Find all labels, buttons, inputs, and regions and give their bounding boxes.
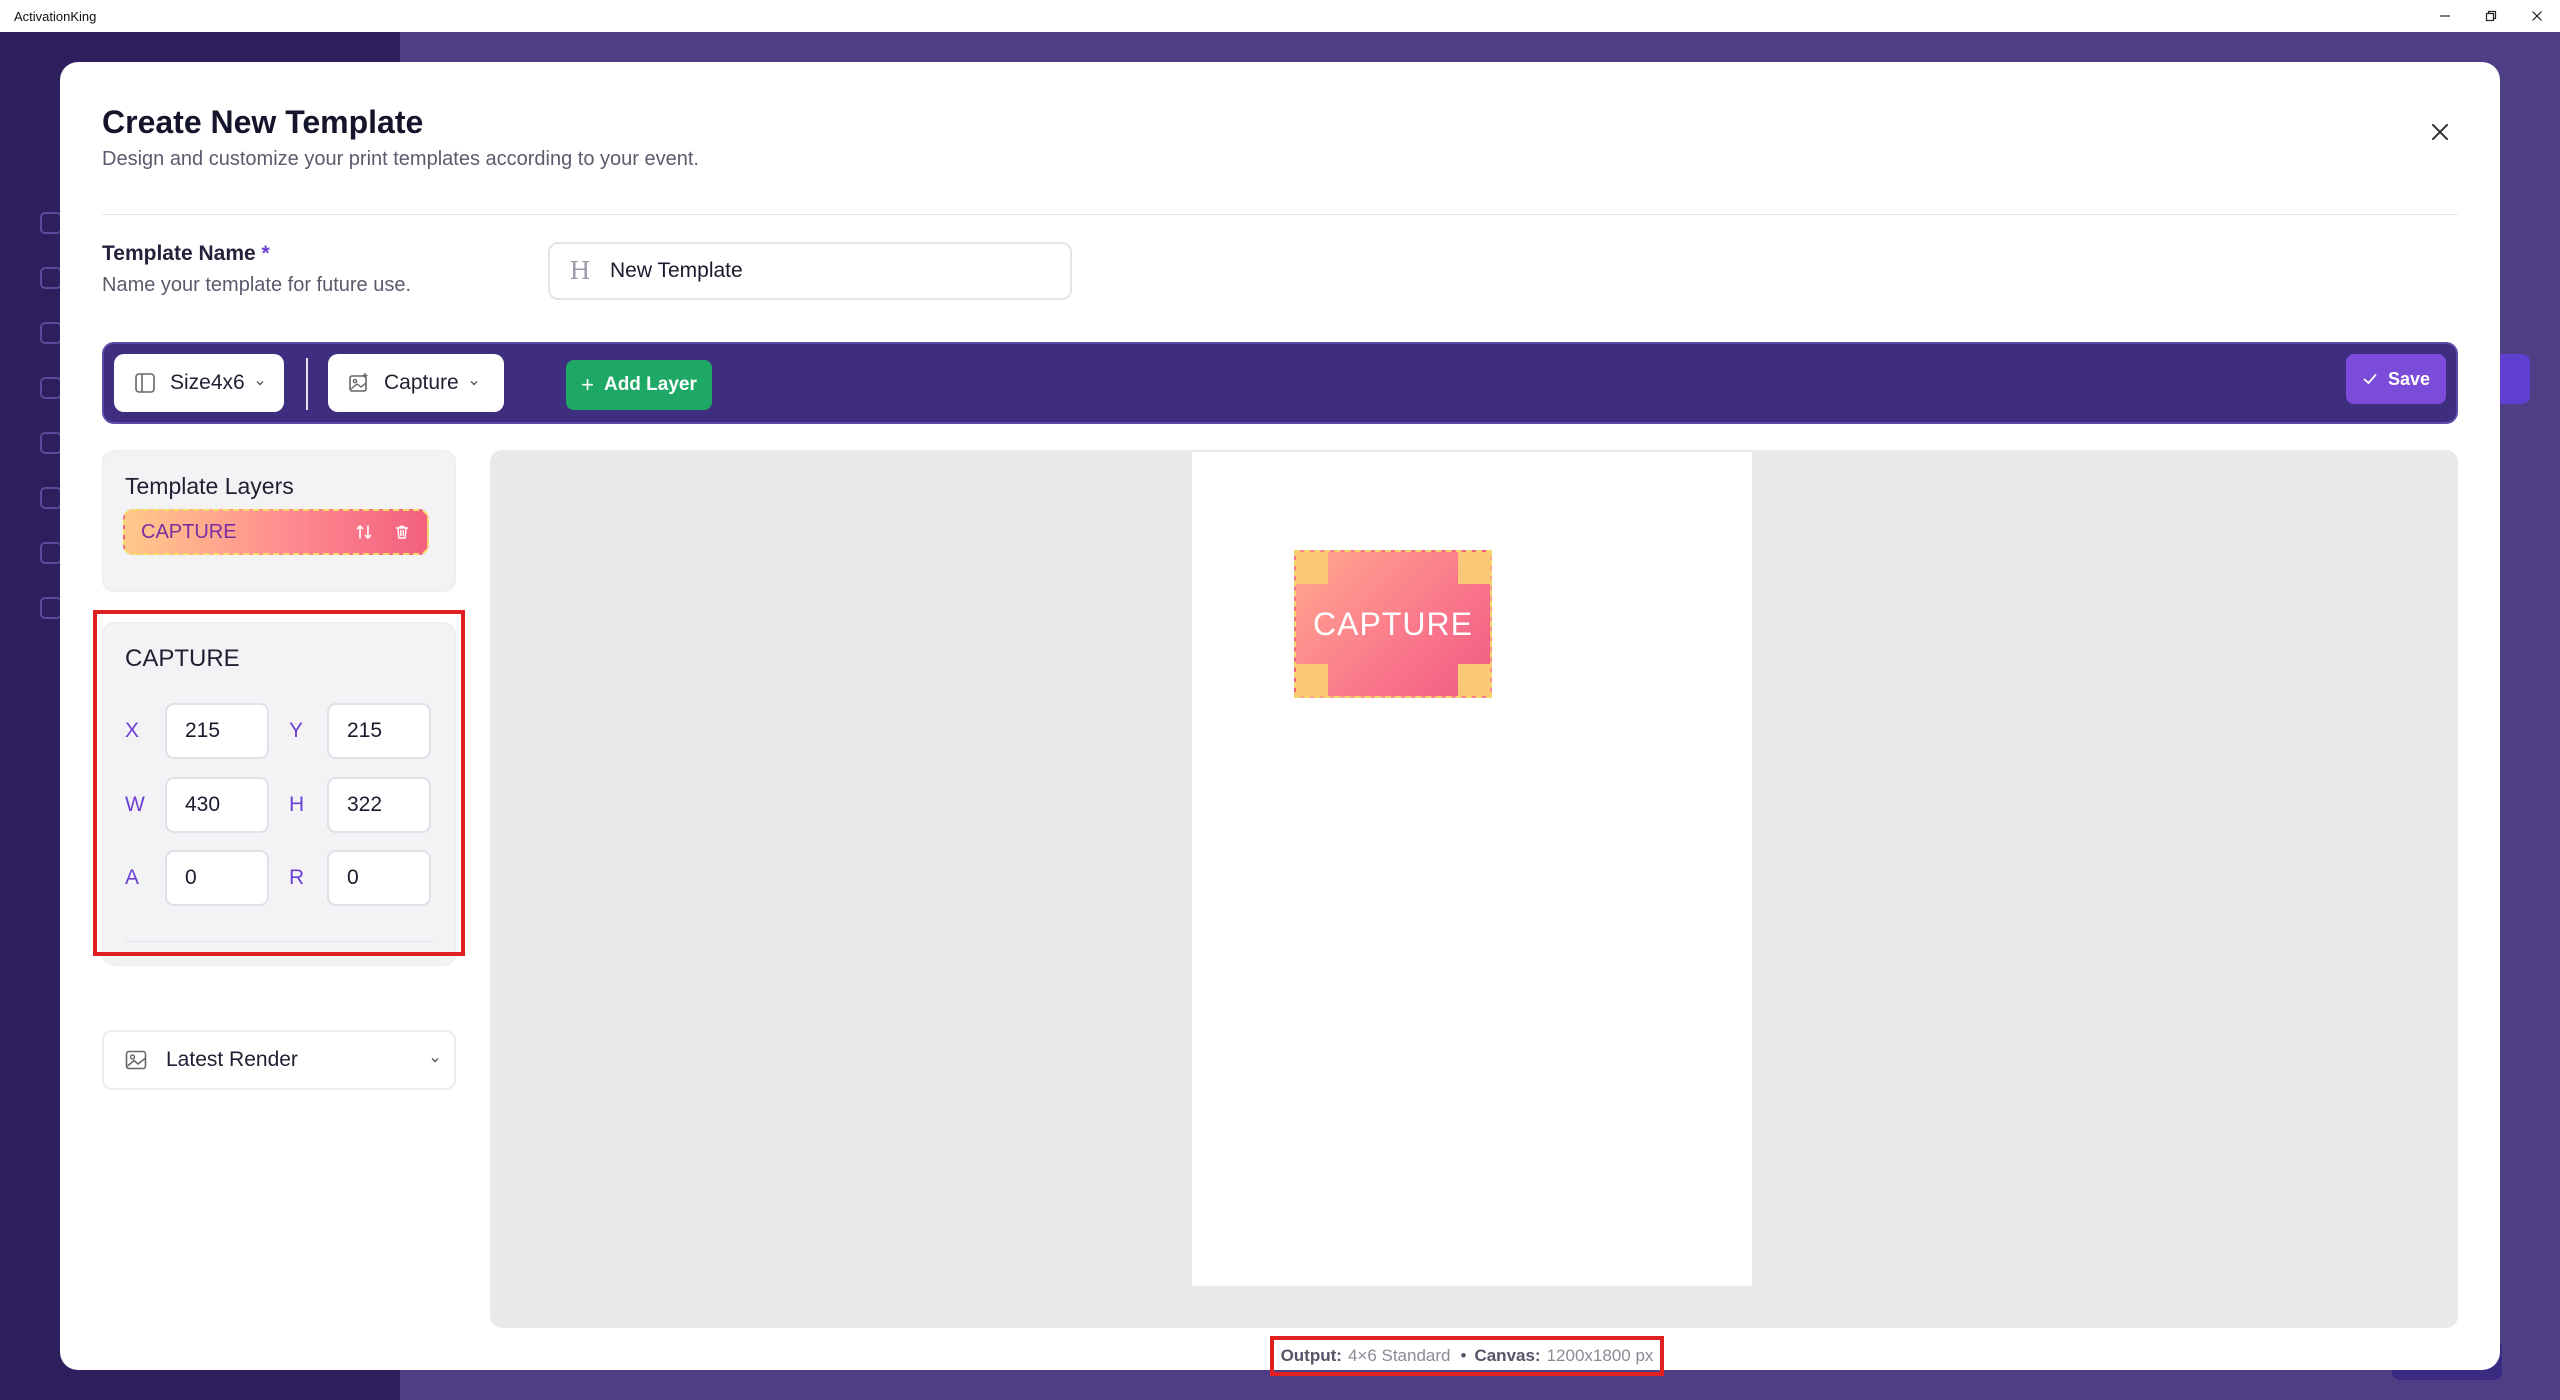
add-layer-label: Add Layer (603, 374, 697, 395)
chevron-down-icon (255, 378, 265, 388)
image-icon (124, 1048, 148, 1072)
template-name-field[interactable]: H (548, 242, 1072, 300)
resize-handle[interactable] (1296, 552, 1328, 584)
size-select[interactable]: Size4x6 (114, 354, 284, 412)
restore-button[interactable] (2468, 0, 2514, 32)
restore-icon (2485, 10, 2497, 22)
add-layer-button[interactable]: + Add Layer (566, 360, 712, 410)
toolbar-separator (306, 358, 308, 410)
canvas-label: Canvas: (1474, 1346, 1541, 1365)
canvas-workspace: CAPTURE Output: 4×6 Standard • Canvas: 1… (490, 450, 2458, 1376)
bg-nav-icon (40, 597, 62, 619)
window-controls (2422, 0, 2560, 32)
close-icon (2432, 124, 2448, 140)
capture-element-label: CAPTURE (1313, 605, 1473, 642)
editor-toolbar: Size4x6 Capture + Add Layer Save (102, 342, 2458, 424)
template-canvas[interactable]: CAPTURE (1192, 452, 1752, 1286)
template-name-input[interactable] (610, 259, 1050, 283)
modal-title: Create New Template (102, 104, 424, 140)
canvas-info-bar: Output: 4×6 Standard • Canvas: 1200x1800… (1270, 1336, 1664, 1376)
latest-render-select[interactable]: Latest Render (102, 1030, 456, 1090)
bg-nav-icon (40, 212, 62, 234)
layer-item[interactable]: CAPTURE (123, 509, 429, 555)
bg-nav-icon (40, 542, 62, 564)
app-title: ActivationKing (14, 8, 97, 24)
capture-layer-element[interactable]: CAPTURE (1294, 550, 1492, 698)
resize-handle[interactable] (1296, 664, 1328, 696)
layer-type-select[interactable]: Capture (328, 354, 504, 412)
trash-icon[interactable] (383, 524, 421, 540)
close-icon (2532, 11, 2542, 21)
chevron-down-icon (430, 1052, 440, 1068)
bg-nav-icon (40, 267, 62, 289)
bg-nav-icon (40, 377, 62, 399)
chevron-down-icon (469, 378, 479, 388)
save-label: Save (2387, 368, 2431, 389)
modal-close-button[interactable] (2422, 114, 2458, 150)
image-add-icon (348, 372, 370, 394)
template-layers-panel: Template Layers CAPTURE (102, 450, 456, 592)
sidebar-layout-icon (134, 372, 156, 394)
modal-subtitle: Design and customize your print template… (102, 148, 699, 170)
template-name-label: Template Name * (102, 242, 270, 266)
window-close-button[interactable] (2514, 0, 2560, 32)
required-marker: * (261, 242, 270, 265)
resize-handle[interactable] (1458, 552, 1490, 584)
properties-highlight-box (93, 610, 465, 956)
window-titlebar: ActivationKing (0, 0, 2560, 32)
size-select-value: Size4x6 (170, 371, 245, 394)
resize-handle[interactable] (1458, 664, 1490, 696)
bg-nav-icon (40, 322, 62, 344)
bg-nav-icon (40, 487, 62, 509)
template-name-hint: Name your template for future use. (102, 274, 412, 296)
minimize-icon (2440, 15, 2450, 17)
layer-item-name: CAPTURE (141, 520, 237, 543)
bg-nav-icon (40, 432, 62, 454)
layers-panel-title: Template Layers (125, 473, 294, 499)
output-value: 4×6 Standard (1347, 1346, 1451, 1365)
output-label: Output: (1280, 1346, 1342, 1365)
minimize-button[interactable] (2422, 0, 2468, 32)
plus-icon: + (581, 372, 594, 397)
header-divider (102, 214, 2458, 215)
template-name-label-text: Template Name (102, 242, 256, 265)
heading-icon: H (569, 257, 591, 285)
canvas-value: 1200x1800 px (1546, 1346, 1654, 1365)
latest-render-label: Latest Render (166, 1048, 298, 1071)
check-icon (2362, 371, 2378, 387)
info-separator: • (1460, 1346, 1467, 1365)
reorder-icon[interactable] (345, 523, 383, 541)
save-button[interactable]: Save (2346, 354, 2446, 404)
layer-type-value: Capture (384, 371, 459, 394)
